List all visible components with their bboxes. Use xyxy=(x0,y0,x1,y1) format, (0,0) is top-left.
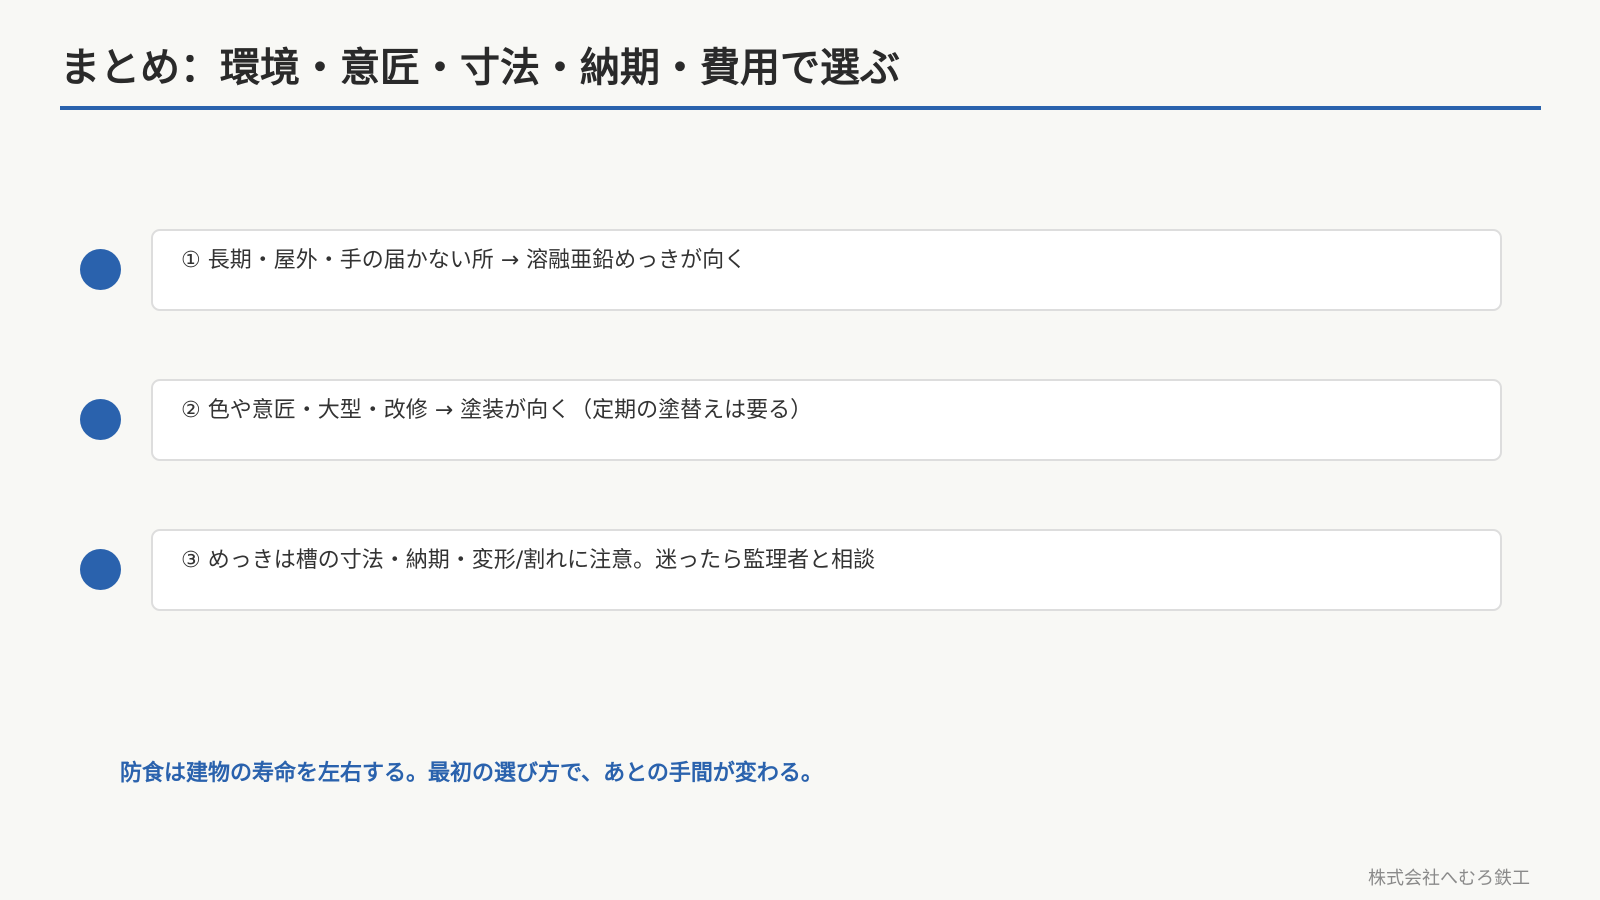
point-card: ① 長期・屋外・手の届かない所 → 溶融亜鉛めっきが向く xyxy=(151,229,1502,311)
point-text: ② 色や意匠・大型・改修 → 塗装が向く（定期の塗替えは要る） xyxy=(181,398,813,423)
bullet-dot-icon xyxy=(80,399,121,440)
bullet-dot-icon xyxy=(80,549,121,590)
point-card: ② 色や意匠・大型・改修 → 塗装が向く（定期の塗替えは要る） xyxy=(151,379,1502,461)
slide-title: まとめ：環境・意匠・寸法・納期・費用で選ぶ xyxy=(60,45,900,91)
point-card: ③ めっきは槽の寸法・納期・変形/割れに注意。迷ったら監理者と相談 xyxy=(151,529,1502,611)
summary-point-1: ① 長期・屋外・手の届かない所 → 溶融亜鉛めっきが向く xyxy=(0,229,1600,311)
point-text: ① 長期・屋外・手の届かない所 → 溶融亜鉛めっきが向く xyxy=(181,248,747,273)
bullet-dot-icon xyxy=(80,249,121,290)
key-takeaway: 防食は建物の寿命を左右する。最初の選び方で、あとの手間が変わる。 xyxy=(120,761,823,786)
summary-point-2: ② 色や意匠・大型・改修 → 塗装が向く（定期の塗替えは要る） xyxy=(0,379,1600,461)
summary-point-3: ③ めっきは槽の寸法・納期・変形/割れに注意。迷ったら監理者と相談 xyxy=(0,529,1600,611)
company-name: 株式会社へむろ鉄工 xyxy=(1368,868,1530,889)
point-text: ③ めっきは槽の寸法・納期・変形/割れに注意。迷ったら監理者と相談 xyxy=(181,548,876,573)
title-underline xyxy=(60,106,1541,110)
